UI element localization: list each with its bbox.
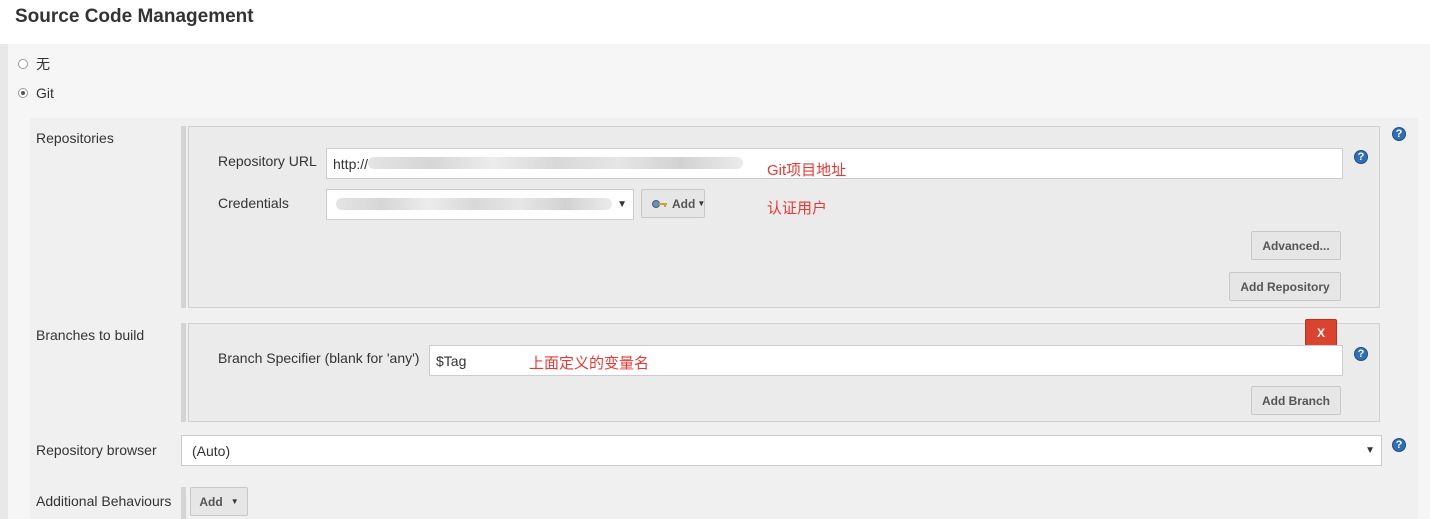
- url-annotation: Git项目地址: [767, 162, 847, 179]
- scm-option-label: 无: [36, 56, 50, 72]
- credentials-annotation: 认证用户: [767, 200, 828, 217]
- redacted-url: [368, 157, 743, 169]
- chevron-down-icon: ▼: [230, 497, 239, 506]
- add-branch-button[interactable]: Add Branch: [1251, 386, 1341, 415]
- add-credentials-label: Add: [672, 196, 696, 211]
- add-behaviour-label: Add: [199, 494, 223, 509]
- branch-specifier-label: Branch Specifier (blank for 'any'): [218, 350, 420, 366]
- radio-button[interactable]: [18, 59, 28, 69]
- behaviours-bar: [181, 487, 186, 519]
- branch-specifier-value: $Tag: [436, 352, 467, 369]
- add-credentials-button[interactable]: Add ▼: [641, 189, 705, 218]
- scm-option-git[interactable]: Git: [18, 85, 54, 101]
- credentials-label: Credentials: [218, 195, 289, 211]
- radio-button-selected[interactable]: [18, 88, 28, 98]
- repositories-bar: [181, 126, 186, 308]
- add-behaviour-button[interactable]: Add ▼: [190, 487, 248, 516]
- scm-option-label: Git: [36, 85, 54, 101]
- help-icon[interactable]: ?: [1354, 347, 1368, 361]
- add-repository-button[interactable]: Add Repository: [1229, 272, 1341, 301]
- redacted-credentials: [336, 198, 612, 210]
- help-icon[interactable]: ?: [1354, 150, 1368, 164]
- key-icon: [652, 199, 668, 209]
- scm-option-none[interactable]: 无: [18, 54, 50, 74]
- chevron-down-icon: ▼: [617, 199, 627, 210]
- repository-browser-value: (Auto): [192, 442, 231, 459]
- help-icon[interactable]: ?: [1392, 438, 1406, 452]
- branches-label: Branches to build: [36, 327, 145, 343]
- repository-url-label: Repository URL: [218, 153, 317, 169]
- branch-annotation: 上面定义的变量名: [529, 355, 650, 372]
- repository-url-value: http://: [333, 155, 369, 172]
- help-icon[interactable]: ?: [1392, 127, 1406, 141]
- repository-browser-select[interactable]: (Auto) ▼: [181, 435, 1382, 466]
- chevron-down-icon: ▼: [1365, 445, 1375, 456]
- section-left-rail: [0, 44, 8, 519]
- repository-browser-label: Repository browser: [36, 442, 157, 458]
- additional-behaviours-label: Additional Behaviours: [36, 493, 172, 509]
- repositories-label: Repositories: [36, 130, 114, 146]
- chevron-down-icon: ▼: [697, 199, 706, 208]
- advanced-button[interactable]: Advanced...: [1251, 231, 1341, 260]
- branches-bar: [181, 323, 186, 422]
- delete-branch-button[interactable]: X: [1305, 319, 1337, 346]
- page-title: Source Code Management: [15, 6, 254, 27]
